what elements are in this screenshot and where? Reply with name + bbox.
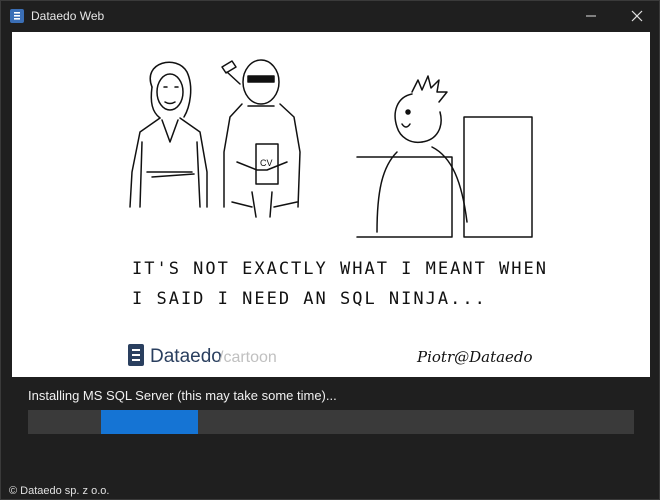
cartoon-caption-line-2: I SAID I NEED AN SQL NINJA... bbox=[132, 289, 487, 309]
progress-fill bbox=[101, 410, 198, 434]
woman-figure bbox=[129, 61, 208, 208]
man-figure bbox=[356, 75, 533, 238]
dataedo-brand-icon bbox=[128, 344, 144, 366]
minimize-icon bbox=[586, 15, 596, 17]
cartoon-image: CV IT'S NOT EXACTLY WHAT I MEANT WHEN I … bbox=[12, 32, 650, 377]
install-progress-bar bbox=[28, 410, 634, 434]
cartoon-drawing: CV IT'S NOT EXACTLY WHAT I MEANT WHEN I … bbox=[128, 59, 548, 367]
window-title: Dataedo Web bbox=[31, 9, 105, 23]
dataedo-logo-icon bbox=[10, 9, 24, 23]
brand-subtitle: /cartoon bbox=[219, 349, 277, 366]
title-bar[interactable]: Dataedo Web bbox=[1, 1, 659, 31]
brand-name: Dataedo bbox=[150, 346, 222, 367]
artist-signature: Piotr@Dataedo bbox=[416, 348, 533, 366]
close-icon bbox=[631, 10, 643, 22]
cv-label: CV bbox=[260, 158, 273, 168]
install-status-text: Installing MS SQL Server (this may take … bbox=[28, 388, 337, 403]
close-button[interactable] bbox=[615, 1, 659, 31]
ninja-figure bbox=[221, 59, 301, 218]
copyright-text: © Dataedo sp. z o.o. bbox=[9, 485, 110, 497]
minimize-button[interactable] bbox=[569, 1, 613, 31]
cartoon-caption-line-1: IT'S NOT EXACTLY WHAT I MEANT WHEN bbox=[132, 259, 548, 279]
installer-window: Dataedo Web CV IT'S NOT EXACTLY WHAT I M… bbox=[0, 0, 660, 500]
